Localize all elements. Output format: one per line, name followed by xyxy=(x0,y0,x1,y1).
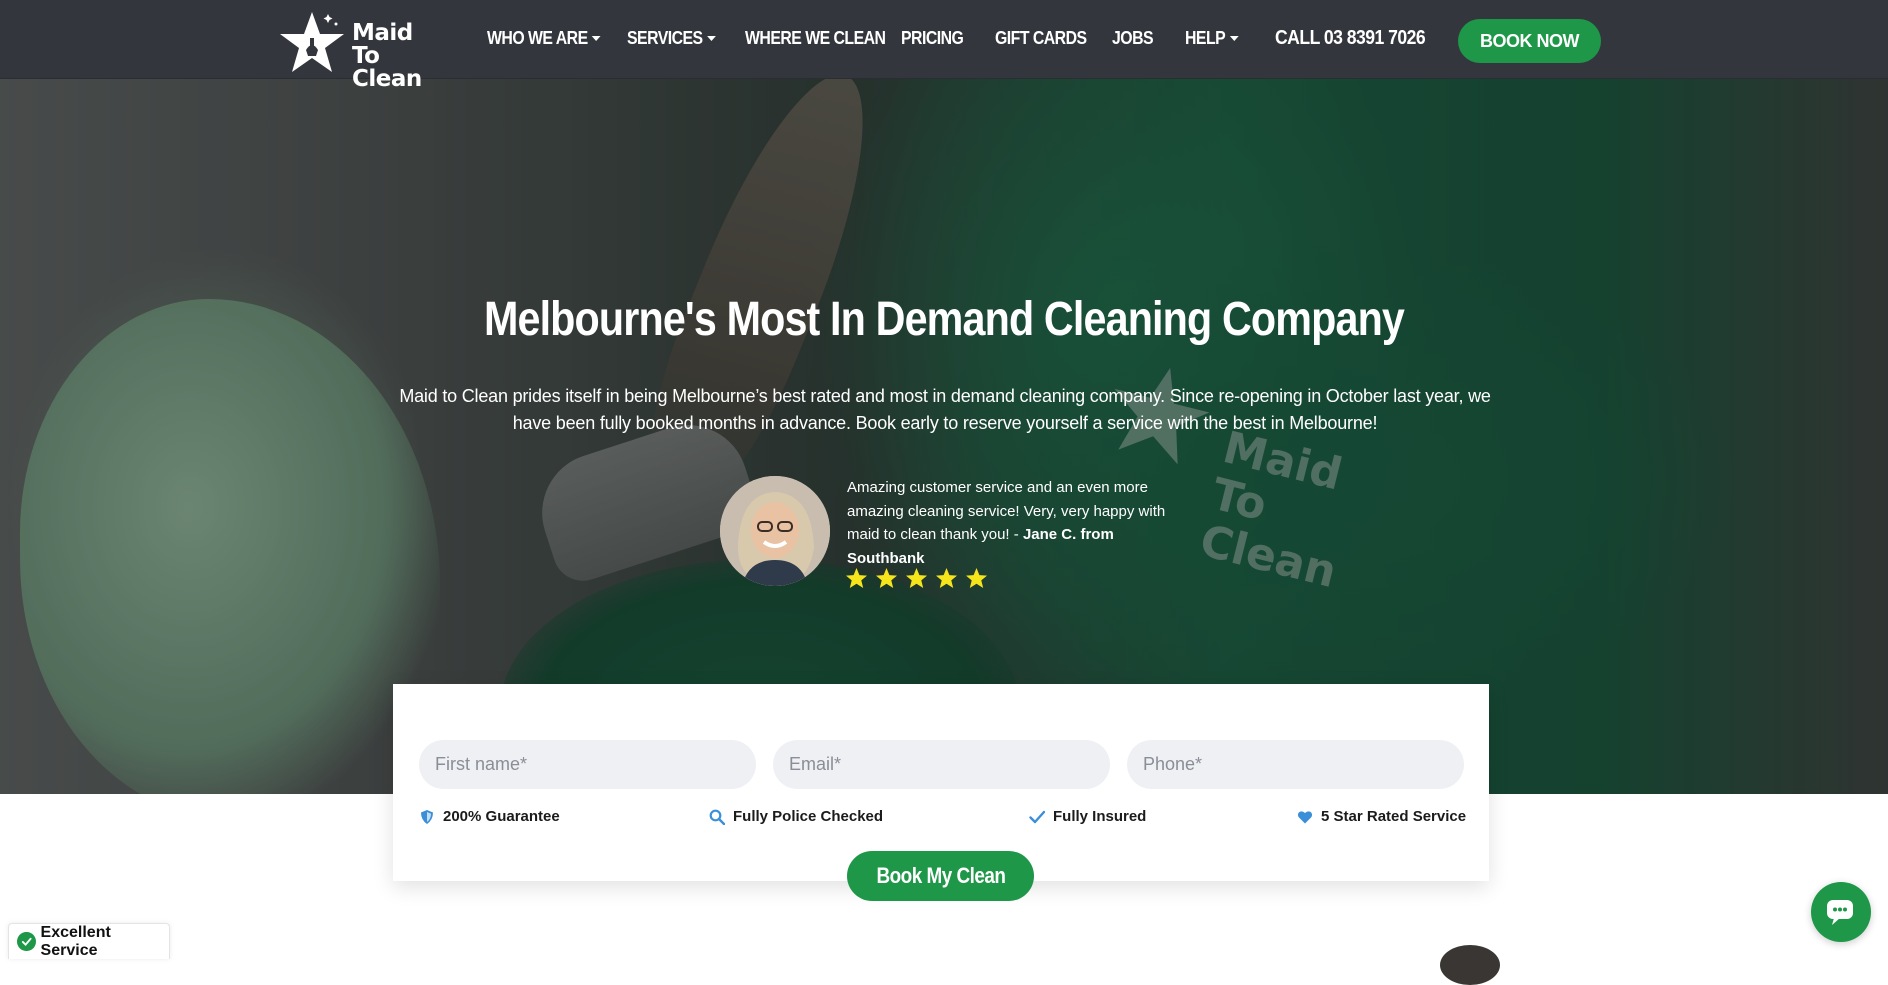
hero-subtitle: Maid to Clean prides itself in being Mel… xyxy=(399,386,1491,433)
nav-services-label: SERVICES xyxy=(627,28,703,48)
star-logo-icon xyxy=(280,12,344,72)
badge-insured-label: Fully Insured xyxy=(1053,808,1147,825)
logo-line-1: Maid xyxy=(352,20,413,46)
nav-pricing-label: PRICING xyxy=(901,28,964,48)
badge-guarantee: 200% Guarantee xyxy=(419,808,560,825)
book-now-button[interactable]: BOOK NOW xyxy=(1458,19,1601,63)
testimonial-avatar xyxy=(720,476,830,586)
badge-five-star: 5 Star Rated Service xyxy=(1297,808,1466,825)
nav-jobs[interactable]: JOBS xyxy=(1112,28,1154,54)
nav-who-we-are[interactable]: WHO WE ARE xyxy=(487,28,601,54)
heart-icon xyxy=(1297,810,1313,823)
star-icon xyxy=(965,567,988,589)
hero-title: Melbourne's Most In Demand Cleaning Comp… xyxy=(483,293,1405,346)
nav-help[interactable]: HELP xyxy=(1185,28,1239,54)
shield-icon xyxy=(421,809,433,824)
live-chat-button[interactable] xyxy=(1811,882,1871,942)
book-my-clean-button[interactable]: Book My Clean xyxy=(847,851,1034,901)
testimonial-quote: Amazing customer service and an even mor… xyxy=(847,479,1166,543)
check-icon xyxy=(1029,810,1045,823)
review-badge-label: Excellent Service xyxy=(40,923,111,959)
testimonial-text: Amazing customer service and an even mor… xyxy=(847,476,1187,570)
search-icon xyxy=(709,809,725,825)
nav-pricing[interactable]: PRICING xyxy=(901,28,964,54)
nav-gift-cards-label: GIFT CARDS xyxy=(995,28,1087,48)
badge-police-checked: Fully Police Checked xyxy=(709,808,883,825)
review-badge[interactable]: Excellent Service xyxy=(8,923,170,959)
badge-police-checked-label: Fully Police Checked xyxy=(733,808,884,825)
nav-where-we-clean-label: WHERE WE CLEAN xyxy=(745,28,886,48)
customer-photo-icon xyxy=(720,476,830,586)
chevron-down-icon xyxy=(706,36,716,41)
section-avatar-peek xyxy=(1440,945,1500,985)
badge-five-star-label: 5 Star Rated Service xyxy=(1321,808,1467,825)
nav-services[interactable]: SERVICES xyxy=(627,28,716,54)
phone-input[interactable] xyxy=(1127,740,1464,789)
chevron-down-icon xyxy=(592,36,601,41)
logo-line-2: To Clean xyxy=(352,43,422,92)
star-icon xyxy=(875,567,898,589)
first-name-input[interactable] xyxy=(419,740,756,789)
logo-text: Maid To Clean xyxy=(352,22,450,91)
chat-icon xyxy=(1827,900,1853,925)
nav-who-we-are-label: WHO WE ARE xyxy=(487,28,588,48)
star-icon xyxy=(845,567,868,589)
chevron-down-icon xyxy=(1229,36,1239,41)
book-now-label: BOOK NOW xyxy=(1480,30,1580,51)
star-icon xyxy=(905,567,928,589)
nav-jobs-label: JOBS xyxy=(1112,28,1154,48)
star-icon xyxy=(935,567,958,589)
call-phone-link[interactable]: CALL 03 8391 7026 xyxy=(1275,27,1426,53)
badge-guarantee-label: 200% Guarantee xyxy=(443,808,560,825)
nav-gift-cards[interactable]: GIFT CARDS xyxy=(995,28,1087,54)
check-circle-icon xyxy=(17,932,36,951)
badge-insured: Fully Insured xyxy=(1029,808,1146,825)
top-navbar: Maid To Clean WHO WE ARE SERVICES WHERE … xyxy=(0,0,1888,91)
nav-help-label: HELP xyxy=(1185,28,1226,48)
nav-where-we-clean[interactable]: WHERE WE CLEAN xyxy=(745,28,886,54)
rating-stars xyxy=(845,567,988,589)
book-my-clean-label: Book My Clean xyxy=(876,863,1005,888)
logo[interactable]: Maid To Clean xyxy=(280,10,450,91)
email-input[interactable] xyxy=(773,740,1110,789)
phone-label: CALL 03 8391 7026 xyxy=(1275,27,1426,49)
